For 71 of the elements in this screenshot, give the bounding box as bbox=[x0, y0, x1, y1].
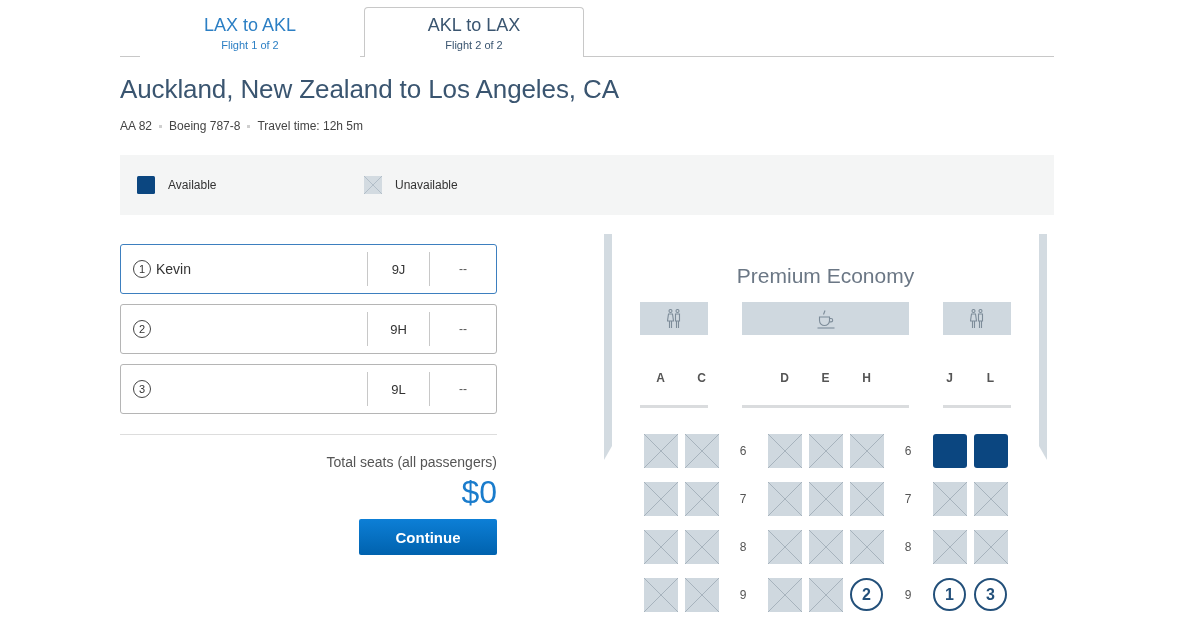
unavailable-seat-swatch-icon bbox=[364, 176, 382, 194]
route-title: Auckland, New Zealand to Los Angeles, CA bbox=[120, 73, 620, 105]
unavailable-seat-icon bbox=[684, 433, 719, 468]
unavailable-seat-icon bbox=[643, 481, 678, 516]
total-label: Total seats (all passengers) bbox=[326, 453, 497, 471]
row-number: 8 bbox=[904, 539, 912, 554]
row-number: 8 bbox=[739, 539, 747, 554]
assigned-seat-button[interactable]: 2 bbox=[850, 578, 883, 611]
row-number: 6 bbox=[739, 443, 747, 458]
unavailable-seat-icon bbox=[684, 577, 719, 612]
cup-icon bbox=[816, 308, 835, 329]
seat-price: -- bbox=[458, 262, 468, 276]
unavailable-seat-icon bbox=[767, 433, 802, 468]
row-number: 9 bbox=[904, 587, 912, 602]
separator-icon bbox=[159, 124, 163, 128]
flight-tab[interactable]: AKL to LAX Flight 2 of 2 bbox=[364, 7, 584, 57]
legend-label: Unavailable bbox=[395, 178, 458, 192]
unavailable-seat-icon bbox=[973, 529, 1008, 564]
column-letter: L bbox=[986, 370, 995, 386]
flight-detail: Travel time: 12h 5m bbox=[257, 118, 363, 134]
unavailable-seat-icon bbox=[767, 577, 802, 612]
unavailable-seat-icon bbox=[643, 577, 678, 612]
available-seat-button[interactable] bbox=[973, 433, 1008, 468]
unavailable-seat-icon bbox=[684, 529, 719, 564]
assigned-seat-button[interactable]: 3 bbox=[974, 578, 1007, 611]
unavailable-seat-icon bbox=[767, 529, 802, 564]
continue-button[interactable]: Continue bbox=[359, 519, 497, 555]
seat-number: 9J bbox=[390, 261, 407, 277]
flight-detail: Boeing 787-8 bbox=[169, 118, 241, 134]
row-number: 6 bbox=[904, 443, 912, 458]
cabin-title: Premium Economy bbox=[735, 263, 916, 289]
passenger-card[interactable]: 2 9H -- bbox=[120, 304, 497, 354]
column-letter: E bbox=[821, 370, 830, 386]
column-letter: C bbox=[697, 370, 706, 386]
unavailable-seat-icon bbox=[643, 433, 678, 468]
seat-price: -- bbox=[458, 322, 468, 336]
column-letter: J bbox=[946, 370, 953, 386]
unavailable-seat-icon bbox=[973, 481, 1008, 516]
unavailable-seat-icon bbox=[767, 481, 802, 516]
total-amount: $0 bbox=[461, 475, 497, 509]
passenger-name: Kevin bbox=[156, 261, 192, 277]
unavailable-seat-icon bbox=[808, 529, 843, 564]
separator-icon bbox=[247, 124, 251, 128]
seat-number: 9L bbox=[390, 381, 407, 397]
column-letter: H bbox=[862, 370, 871, 386]
available-seat-swatch-icon bbox=[137, 176, 155, 194]
legend-label: Available bbox=[168, 178, 217, 192]
column-letter: D bbox=[780, 370, 789, 386]
restroom-icon bbox=[970, 308, 985, 329]
passenger-card[interactable]: 3 9L -- bbox=[120, 364, 497, 414]
unavailable-seat-icon bbox=[808, 433, 843, 468]
row-number: 7 bbox=[904, 491, 912, 506]
seat-price: -- bbox=[458, 382, 468, 396]
column-letter: A bbox=[656, 370, 665, 386]
unavailable-seat-icon bbox=[684, 481, 719, 516]
restroom-icon bbox=[666, 308, 681, 329]
unavailable-seat-icon bbox=[932, 529, 967, 564]
unavailable-seat-icon bbox=[849, 481, 884, 516]
unavailable-seat-icon bbox=[808, 481, 843, 516]
row-number: 7 bbox=[739, 491, 747, 506]
unavailable-seat-icon bbox=[932, 481, 967, 516]
unavailable-seat-icon bbox=[808, 577, 843, 612]
unavailable-seat-icon bbox=[643, 529, 678, 564]
unavailable-seat-icon bbox=[849, 433, 884, 468]
available-seat-button[interactable] bbox=[932, 433, 967, 468]
seat-number: 9H bbox=[389, 321, 408, 337]
row-number: 9 bbox=[739, 587, 747, 602]
unavailable-seat-icon bbox=[849, 529, 884, 564]
assigned-seat-button[interactable]: 1 bbox=[933, 578, 966, 611]
passenger-card[interactable]: 1 Kevin 9J -- bbox=[120, 244, 497, 294]
flight-detail: AA 82 bbox=[120, 118, 153, 134]
